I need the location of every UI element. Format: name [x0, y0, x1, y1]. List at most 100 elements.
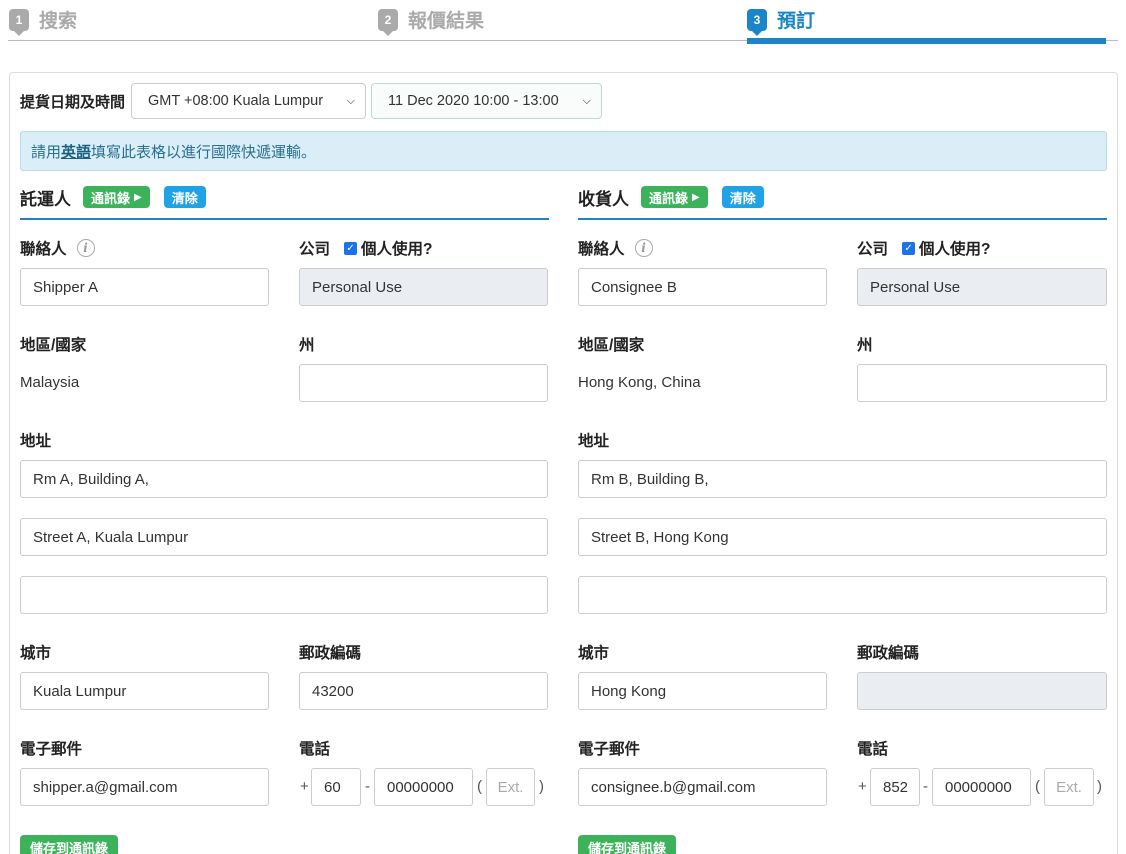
dash-separator: -	[923, 778, 928, 795]
shipper-phone-ext[interactable]: Ext.	[486, 768, 535, 806]
consignee-company-input: Personal Use	[857, 268, 1107, 306]
shipper-company-input: Personal Use	[299, 268, 548, 306]
alert-emphasis: 英語	[61, 143, 92, 161]
consignee-address-line1[interactable]: Rm B, Building B,	[578, 460, 1107, 498]
shipper-phone-number[interactable]: 00000000	[374, 768, 473, 806]
dash-separator: -	[365, 778, 370, 795]
shipper-postal-label: 郵政編碼	[299, 641, 361, 663]
input-value: Rm B, Building B,	[591, 470, 709, 488]
field-label: 城市	[20, 645, 52, 662]
checkbox-label: 個人使用?	[361, 241, 433, 258]
shipper-state-input[interactable]	[299, 364, 548, 402]
alert-text: 填寫此表格以進行國際快遞運輸。	[91, 143, 317, 161]
input-value: Hong Kong	[591, 682, 667, 700]
input-value: Street A, Kuala Lumpur	[33, 528, 189, 546]
input-placeholder: Ext.	[497, 778, 524, 796]
consignee-header: 收貨人 通訊錄 ▶ 清除	[578, 180, 1107, 220]
consignee-contact-input[interactable]: Consignee B	[578, 268, 827, 306]
input-value: 60	[324, 778, 341, 796]
consignee-postal-input	[857, 672, 1107, 710]
field-label: 聯絡人	[578, 241, 625, 258]
shipper-country-label: 地區/國家	[20, 333, 86, 355]
field-label: 郵政編碼	[857, 645, 920, 662]
pickup-datetime-row: 提貨日期及時間 GMT +08:00 Kuala Lumpur ⌵ 11 Dec…	[20, 83, 603, 119]
button-label: 通訊錄	[649, 190, 689, 206]
personal-use-checkbox[interactable]: ✓	[902, 241, 916, 255]
pickup-date-select[interactable]: 11 Dec 2020 10:00 - 13:00 ⌵	[371, 83, 603, 119]
button-label: 通訊錄	[91, 190, 131, 206]
consignee-email-input[interactable]: consignee.b@gmail.com	[578, 768, 827, 806]
active-step-indicator	[747, 38, 1106, 44]
consignee-phone-label: 電話	[857, 737, 888, 759]
field-label: 地址	[578, 433, 610, 450]
caret-right-icon: ▶	[134, 191, 142, 203]
input-placeholder: Ext.	[1056, 778, 1082, 796]
consignee-phone-country-code[interactable]: 852	[870, 768, 920, 806]
field-label: 州	[857, 337, 873, 354]
consignee-country-label: 地區/國家	[578, 333, 644, 355]
input-value: Consignee B	[591, 278, 677, 296]
consignee-save-to-addressbook-button[interactable]: 儲存到通訊錄	[578, 835, 677, 854]
pickup-date-value: 11 Dec 2020 10:00 - 13:00	[388, 93, 559, 109]
consignee-address-label: 地址	[578, 429, 609, 451]
field-label: 城市	[578, 645, 610, 662]
consignee-phone-number[interactable]: 00000000	[932, 768, 1031, 806]
consignee-address-line3[interactable]	[578, 576, 1107, 614]
shipper-address-line2[interactable]: Street A, Kuala Lumpur	[20, 518, 548, 556]
chevron-down-icon: ⌵	[582, 94, 592, 107]
shipper-email-label: 電子郵件	[20, 737, 82, 759]
paren-close: )	[1097, 778, 1102, 795]
consignee-city-input[interactable]: Hong Kong	[578, 672, 827, 710]
consignee-country-value: Hong Kong, China	[578, 374, 701, 391]
consignee-contact-label: 聯絡人 i	[578, 237, 653, 259]
button-label: 清除	[729, 190, 756, 206]
step-quote-results[interactable]: 2 報價結果	[378, 6, 485, 36]
field-label: 地區/國家	[20, 337, 87, 354]
shipper-phone-country-code[interactable]: 60	[311, 768, 361, 806]
input-value: 43200	[312, 682, 354, 700]
step-search[interactable]: 1 搜索	[9, 6, 78, 36]
shipper-email-input[interactable]: shipper.a@gmail.com	[20, 768, 269, 806]
consignee-postal-label: 郵政編碼	[857, 641, 919, 663]
info-icon[interactable]: i	[634, 239, 653, 257]
input-value: 00000000	[387, 778, 454, 796]
shipper-addressbook-button[interactable]: 通訊錄 ▶	[83, 186, 150, 208]
shipper-clear-button[interactable]: 清除	[163, 186, 206, 208]
shipper-contact-input[interactable]: Shipper A	[20, 268, 269, 306]
consignee-phone-ext[interactable]: Ext.	[1044, 768, 1094, 806]
field-label: 電話	[857, 741, 889, 758]
shipper-state-label: 州	[299, 333, 315, 355]
paren-open: (	[1035, 778, 1040, 795]
personal-use-checkbox[interactable]: ✓	[344, 241, 358, 255]
shipper-save-to-addressbook-button[interactable]: 儲存到通訊錄	[20, 835, 119, 854]
step-label: 搜索	[39, 11, 78, 32]
step-label: 預訂	[777, 11, 816, 32]
input-value: 00000000	[945, 778, 1012, 796]
timezone-value: GMT +08:00 Kuala Lumpur	[148, 93, 324, 109]
english-notice-alert: 請用 英語 填寫此表格以進行國際快遞運輸。	[20, 131, 1107, 171]
chevron-down-icon: ⌵	[346, 94, 356, 107]
timezone-select[interactable]: GMT +08:00 Kuala Lumpur ⌵	[131, 83, 367, 119]
shipper-company-label: 公司 ✓ 個人使用?	[299, 237, 432, 259]
field-label: 電話	[299, 741, 331, 758]
consignee-state-input[interactable]	[857, 364, 1107, 402]
consignee-addressbook-button[interactable]: 通訊錄 ▶	[641, 186, 708, 208]
field-label: 聯絡人	[20, 241, 67, 258]
field-label: 電子郵件	[20, 741, 83, 758]
step-booking: 3 預訂	[747, 6, 816, 36]
shipper-header: 託運人 通訊錄 ▶ 清除	[20, 180, 549, 220]
consignee-clear-button[interactable]: 清除	[721, 186, 764, 208]
alert-text: 請用	[31, 143, 62, 161]
shipper-address-line3[interactable]	[20, 576, 548, 614]
input-value: Shipper A	[33, 278, 99, 296]
shipper-country-value: Malaysia	[20, 374, 80, 391]
info-icon[interactable]: i	[76, 239, 95, 257]
shipper-postal-input[interactable]: 43200	[299, 672, 548, 710]
consignee-address-line2[interactable]: Street B, Hong Kong	[578, 518, 1107, 556]
input-value: Personal Use	[870, 278, 961, 296]
progress-steps: 1 搜索 2 報價結果 3 預訂	[0, 0, 1126, 46]
plus-sign: +	[858, 778, 867, 795]
shipper-city-input[interactable]: Kuala Lumpur	[20, 672, 269, 710]
step-label: 報價結果	[408, 11, 485, 32]
shipper-address-line1[interactable]: Rm A, Building A,	[20, 460, 548, 498]
